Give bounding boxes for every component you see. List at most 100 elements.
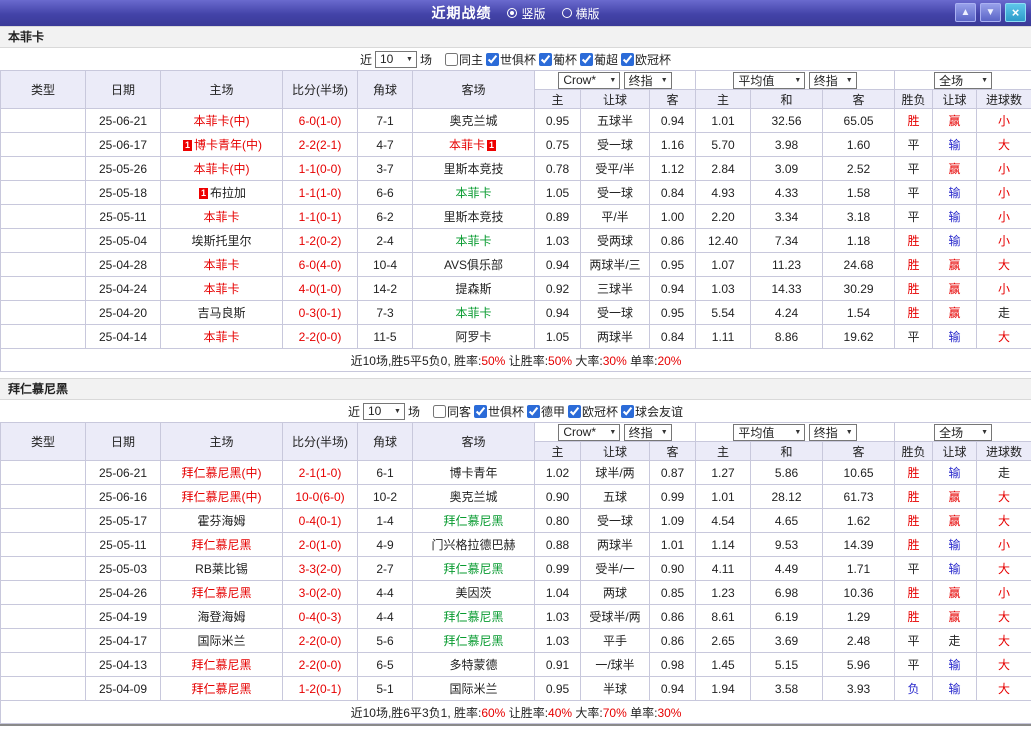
- euro-home-odds: 2.20: [695, 204, 752, 229]
- competition-filter-checkbox[interactable]: 欧冠杯: [621, 51, 671, 68]
- checkbox-input[interactable]: [580, 52, 594, 66]
- away-team-cell[interactable]: AVS俱乐部: [412, 252, 535, 277]
- checkbox-input[interactable]: [568, 404, 582, 418]
- competition-filter-checkbox[interactable]: 世俱杯: [485, 51, 536, 68]
- checkbox-label: 世俱杯: [487, 404, 524, 419]
- result-outcome: 胜: [894, 252, 934, 277]
- away-team-cell[interactable]: 本菲卡 1: [412, 132, 535, 157]
- away-team-cell[interactable]: 博卡青年: [412, 460, 535, 485]
- away-team-cell[interactable]: 美因茨: [412, 580, 535, 605]
- euro-average-select[interactable]: 平均值 ▼: [733, 423, 806, 441]
- euro-final-odds-select[interactable]: 终指 ▼: [808, 71, 857, 89]
- away-team-cell[interactable]: 拜仁慕尼黑: [412, 556, 535, 581]
- match-date: 25-05-03: [85, 556, 161, 581]
- checkbox-input[interactable]: [485, 52, 499, 66]
- home-team-cell[interactable]: 拜仁慕尼黑: [160, 652, 283, 677]
- radio-vertical[interactable]: 竖版: [507, 5, 546, 22]
- competition-filter-checkbox[interactable]: 球会友谊: [621, 403, 683, 420]
- away-team-name: 本菲卡: [455, 306, 492, 320]
- competition-filter-checkbox[interactable]: 葡杯: [539, 51, 577, 68]
- home-team-cell[interactable]: 1 博卡青年(中): [160, 132, 283, 157]
- away-team-cell[interactable]: 奥克兰城: [412, 108, 535, 133]
- home-team-cell[interactable]: 本菲卡(中): [160, 156, 283, 181]
- asian-home-odds: 1.04: [534, 580, 581, 605]
- away-team-cell[interactable]: 本菲卡: [412, 228, 535, 253]
- home-team-cell[interactable]: 霍芬海姆: [160, 508, 283, 533]
- euro-average-select[interactable]: 平均值 ▼: [733, 71, 806, 89]
- checkbox-input[interactable]: [539, 52, 552, 66]
- corner-cell: 2-7: [357, 556, 413, 581]
- asian-home-odds: 1.03: [534, 604, 581, 629]
- match-count-select[interactable]: 10 ▼: [362, 402, 405, 420]
- competition-filter-checkbox[interactable]: 欧冠杯: [568, 403, 618, 420]
- home-team-cell[interactable]: RB莱比锡: [160, 556, 283, 581]
- home-team-cell[interactable]: 国际米兰: [160, 628, 283, 653]
- away-team-cell[interactable]: 国际米兰: [412, 676, 535, 701]
- home-team-cell[interactable]: 本菲卡(中): [160, 108, 283, 133]
- same-venue-checkbox[interactable]: 同客: [432, 403, 471, 420]
- home-team-cell[interactable]: 1 布拉加: [160, 180, 283, 205]
- chevron-down-icon: ▼: [845, 76, 853, 84]
- checkbox-input[interactable]: [621, 52, 635, 66]
- col-header-corner: 角球: [357, 422, 413, 461]
- euro-final-odds-select[interactable]: 终指 ▼: [808, 423, 857, 441]
- checkbox-input[interactable]: [432, 404, 446, 418]
- away-team-cell[interactable]: 门兴格拉德巴赫: [412, 532, 535, 557]
- competition-badge: 德甲: [0, 604, 86, 629]
- away-team-cell[interactable]: 拜仁慕尼黑: [412, 604, 535, 629]
- result-handicap: 赢: [932, 604, 978, 629]
- scope-select[interactable]: 全场 ▼: [934, 71, 993, 89]
- radio-horizontal[interactable]: 横版: [561, 5, 600, 22]
- home-team-cell[interactable]: 海登海姆: [160, 604, 283, 629]
- away-team-cell[interactable]: 拜仁慕尼黑: [412, 508, 535, 533]
- checkbox-input[interactable]: [444, 52, 458, 66]
- result-outcome: 平: [894, 132, 934, 157]
- away-team-cell[interactable]: 本菲卡: [412, 180, 535, 205]
- match-count-select[interactable]: 10 ▼: [374, 50, 417, 68]
- home-team-cell[interactable]: 拜仁慕尼黑: [160, 676, 283, 701]
- home-team-cell[interactable]: 埃斯托里尔: [160, 228, 283, 253]
- checkbox-input[interactable]: [473, 404, 487, 418]
- competition-filter-checkbox[interactable]: 葡超: [580, 51, 618, 68]
- checkbox-label: 同客: [446, 404, 471, 419]
- away-team-cell[interactable]: 奥克兰城: [412, 484, 535, 509]
- home-team-cell[interactable]: 拜仁慕尼黑(中): [160, 484, 283, 509]
- checkbox-label: 球会友谊: [635, 404, 684, 419]
- home-team-cell[interactable]: 本菲卡: [160, 324, 283, 349]
- red-card-badge: 1: [198, 188, 208, 199]
- away-team-cell[interactable]: 里斯本竞技: [412, 156, 535, 181]
- close-button[interactable]: ×: [1005, 3, 1026, 22]
- scope-select[interactable]: 全场 ▼: [934, 423, 993, 441]
- same-venue-checkbox[interactable]: 同主: [444, 51, 483, 68]
- select-value: 10: [379, 52, 394, 66]
- move-down-button[interactable]: ▼: [980, 3, 1001, 22]
- checkbox-input[interactable]: [621, 404, 635, 418]
- asian-final-odds-select[interactable]: 终指 ▼: [623, 71, 672, 89]
- away-team-cell[interactable]: 本菲卡: [412, 300, 535, 325]
- home-team-cell[interactable]: 本菲卡: [160, 252, 283, 277]
- asian-home-odds: 1.03: [534, 628, 581, 653]
- competition-filter-checkbox[interactable]: 世俱杯: [473, 403, 524, 420]
- home-team-cell[interactable]: 本菲卡: [160, 204, 283, 229]
- away-team-cell[interactable]: 提森斯: [412, 276, 535, 301]
- result-goals: 小: [976, 204, 1031, 229]
- away-team-cell[interactable]: 多特蒙德: [412, 652, 535, 677]
- home-team-cell[interactable]: 拜仁慕尼黑(中): [160, 460, 283, 485]
- euro-away-odds: 3.18: [822, 204, 896, 229]
- odds-company-select[interactable]: Crow* ▼: [558, 71, 621, 89]
- home-team-cell[interactable]: 吉马良斯: [160, 300, 283, 325]
- home-team-cell[interactable]: 本菲卡: [160, 276, 283, 301]
- asian-final-odds-select[interactable]: 终指 ▼: [623, 423, 672, 441]
- home-team-name: 本菲卡(中): [193, 162, 250, 176]
- away-team-cell[interactable]: 里斯本竞技: [412, 204, 535, 229]
- odds-company-select[interactable]: Crow* ▼: [558, 423, 621, 441]
- competition-filter-checkbox[interactable]: 德甲: [527, 403, 565, 420]
- away-team-cell[interactable]: 拜仁慕尼黑: [412, 628, 535, 653]
- move-up-button[interactable]: ▲: [955, 3, 976, 22]
- checkbox-input[interactable]: [527, 404, 540, 418]
- asian-home-odds: 0.91: [534, 652, 581, 677]
- home-team-cell[interactable]: 拜仁慕尼黑: [160, 532, 283, 557]
- away-team-cell[interactable]: 阿罗卡: [412, 324, 535, 349]
- result-outcome: 平: [894, 180, 934, 205]
- home-team-cell[interactable]: 拜仁慕尼黑: [160, 580, 283, 605]
